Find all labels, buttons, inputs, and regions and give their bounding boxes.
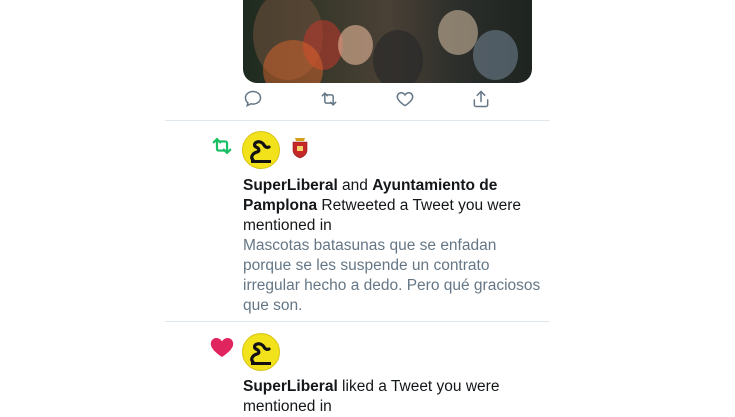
conjunction-text: and <box>337 177 373 194</box>
avatar[interactable] <box>242 131 280 169</box>
heart-icon[interactable] <box>395 89 417 111</box>
comment-icon[interactable] <box>243 89 265 111</box>
retweet-icon[interactable] <box>318 89 340 111</box>
actor-name[interactable]: SuperLiberal <box>243 177 338 194</box>
tweet-media-thumbnail[interactable] <box>243 0 532 83</box>
avatar[interactable] <box>242 333 280 371</box>
notification-text: SuperLiberal and Ayuntamiento de Pamplon… <box>243 176 543 236</box>
divider <box>165 120 550 121</box>
quoted-tweet-text[interactable]: Mascotas batasunas que se enfadan porque… <box>243 236 543 316</box>
tweet-action-bar <box>243 89 493 113</box>
share-icon[interactable] <box>471 89 493 111</box>
heart-icon <box>210 336 234 363</box>
notification-text: SuperLiberal liked a Tweet you were ment… <box>243 377 543 417</box>
retweet-icon <box>209 135 235 162</box>
actor-name[interactable]: SuperLiberal <box>243 378 338 395</box>
city-crest-avatar[interactable] <box>290 137 310 159</box>
divider <box>165 321 550 322</box>
